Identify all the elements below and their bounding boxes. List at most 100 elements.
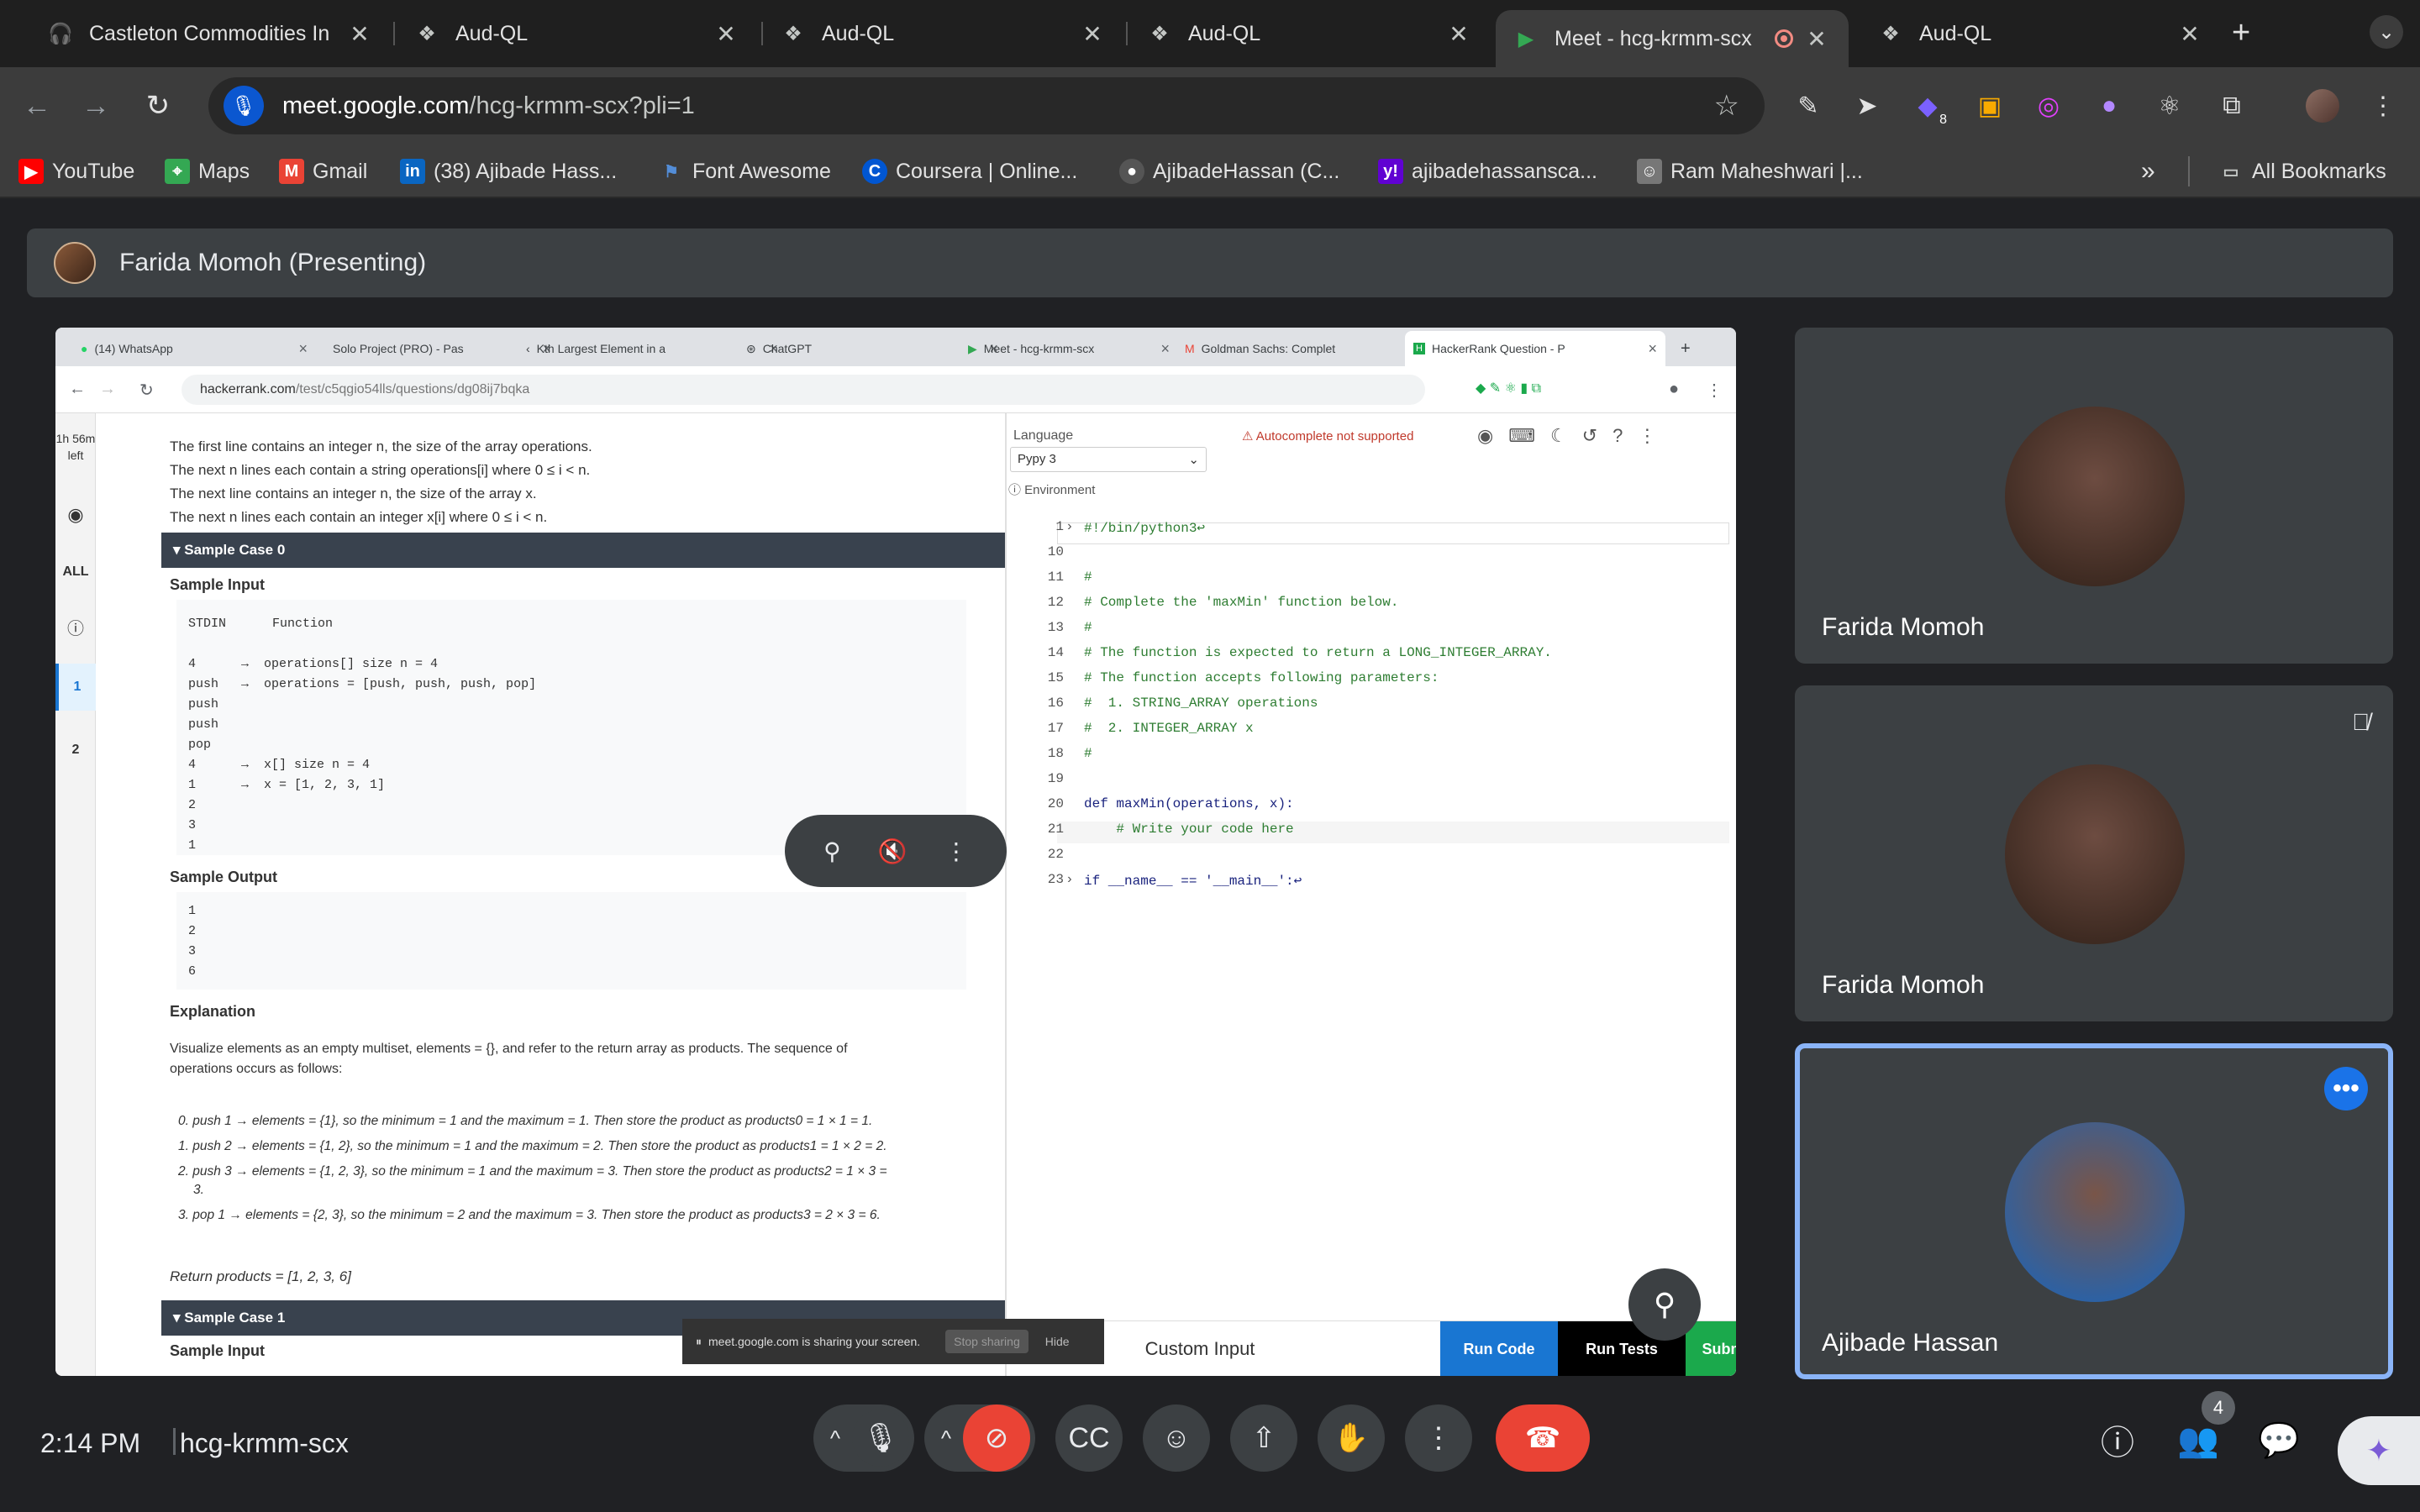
folder-icon: ▭ (2223, 162, 2239, 181)
presenter-avatar (54, 242, 96, 284)
more-options-icon[interactable]: ⋮ (1405, 1404, 1472, 1472)
cursor-extension-icon[interactable]: ➤ (1849, 87, 1886, 124)
tab-aud-ql-2[interactable]: ❖ Aud-QL ✕ (763, 12, 1124, 55)
chevron-down-icon[interactable]: ⌄ (2370, 15, 2403, 49)
question-2: 2 (71, 743, 80, 757)
bookmark-star-icon[interactable]: ☆ (1714, 89, 1739, 123)
camera-control[interactable]: ^ ⊘ (924, 1404, 1035, 1472)
sample-input-heading: Sample Input (170, 1342, 266, 1359)
double-chevron-right-icon[interactable]: » (2141, 155, 2155, 188)
editor-toolbar-icons: ◉⌨☾↺?⋮ (1477, 425, 1672, 446)
shared-tab: ● (14) WhatsApp × (81, 339, 308, 357)
muted-speaker-icon[interactable]: 🔇 (878, 837, 908, 865)
participant-avatar (2005, 764, 2185, 944)
bookmark-label: (38) Ajibade Hass... (434, 159, 618, 183)
captions-icon[interactable]: CC (1055, 1404, 1123, 1472)
chat-icon[interactable]: 💬 (2258, 1420, 2300, 1460)
reload-icon[interactable]: ↻ (138, 86, 178, 126)
participant-tile-self[interactable]: ••• Ajibade Hassan (1795, 1043, 2393, 1379)
line-number: 18 (1047, 746, 1064, 761)
bookmark-yahoo[interactable]: y! ajibadehassansca... (1378, 155, 1597, 188)
bookmark-youtube[interactable]: ▶ YouTube (18, 155, 134, 188)
address-bar[interactable]: 🎙 meet.google.com/hcg-krmm-scx?pli=1 ☆ (208, 77, 1765, 134)
more-options-icon[interactable]: ••• (2324, 1067, 2368, 1110)
back-arrow-icon[interactable]: ← (17, 86, 57, 126)
zoom-in-icon[interactable]: ⚲ (1628, 1268, 1701, 1341)
close-icon[interactable]: ✕ (713, 20, 739, 48)
info-icon: ⓘ (67, 620, 84, 638)
tab-aud-ql-4[interactable]: ❖ Aud-QL ✕ (1860, 12, 2222, 55)
microphone-icon[interactable]: 🎙 (224, 86, 264, 126)
line-number: 22 (1047, 847, 1064, 862)
tab-aud-ql-3[interactable]: ❖ Aud-QL ✕ (1129, 12, 1491, 55)
puzzle-extensions-icon[interactable]: ⧉ (2213, 87, 2250, 124)
brain-extension-icon[interactable]: ● (2091, 87, 2128, 124)
hat-extension-icon[interactable]: ◆ 8 (1909, 87, 1949, 128)
shared-tab: MGoldman Sachs: Complet× (1185, 340, 1428, 357)
new-tab-plus-icon[interactable]: + (2232, 15, 2250, 51)
unpin-icon[interactable]: ⚲ (823, 837, 841, 865)
react-extension-icon[interactable]: ⚛ (2151, 87, 2188, 124)
camera-off-icon[interactable]: ⊘ (963, 1404, 1030, 1472)
microphone-icon[interactable]: 🎙 (852, 1410, 909, 1467)
custom-input-tab: Custom Input (1144, 1338, 1255, 1359)
bookmark-coursera[interactable]: C Coursera | Online... (862, 155, 1077, 188)
forward-arrow-icon[interactable]: → (76, 86, 116, 126)
url-text[interactable]: meet.google.com/hcg-krmm-scx?pli=1 (282, 92, 695, 120)
close-icon[interactable]: ✕ (1803, 25, 1830, 53)
code-line: # Write your code here (1084, 822, 1294, 837)
bookmark-divider (2188, 156, 2190, 186)
tab-meet-active[interactable]: ▶ Meet - hcg-krmm-scx ✕ (1496, 10, 1849, 67)
participant-avatar (2005, 407, 2185, 586)
youtube-icon: ▶ (18, 159, 44, 184)
present-screen-icon[interactable]: ⇧ (1230, 1404, 1297, 1472)
floating-presenter-controls[interactable]: ⚲ 🔇 ⋮ (785, 815, 1007, 887)
close-icon[interactable]: ✕ (1079, 20, 1106, 48)
kebab-menu-icon[interactable]: ⋮ (2365, 87, 2402, 124)
google-meet-icon: ▶ (1518, 27, 1534, 50)
participant-tile[interactable]: Farida Momoh (1795, 328, 2393, 664)
language-select: Pypy 3 ⌄ (1010, 447, 1207, 472)
all-questions: ALL (62, 564, 89, 579)
all-bookmarks[interactable]: ▭ All Bookmarks (2218, 155, 2386, 188)
shared-back-icon: ← (69, 380, 86, 398)
profile-avatar[interactable] (2304, 87, 2341, 124)
emoji-icon[interactable]: ☺ (1143, 1404, 1210, 1472)
bookmark-github[interactable]: ● AjibadeHassan (C... (1119, 155, 1339, 188)
bookmark-ram-maheshwari[interactable]: ☺ Ram Maheshwari |... (1637, 155, 1863, 188)
pen-extension-icon[interactable]: ✎ (1790, 87, 1827, 124)
shared-reload-icon: ↻ (139, 381, 154, 400)
sample-case-0-header: ▾ Sample Case 0 (161, 533, 1030, 568)
tab-aud-ql-1[interactable]: ❖ Aud-QL ✕ (397, 12, 758, 55)
coursera-icon: C (862, 159, 887, 184)
close-icon[interactable]: ✕ (346, 20, 373, 48)
timer-sub: left (67, 449, 84, 462)
tab-castleton[interactable]: 🎧 Castleton Commodities In ✕ (30, 12, 392, 55)
close-icon[interactable]: ✕ (2176, 20, 2203, 48)
bookmark-label: YouTube (52, 159, 135, 183)
honey-extension-icon[interactable]: ▣ (1971, 87, 2008, 124)
clock: 2:14 PM (40, 1428, 141, 1458)
shared-screen[interactable]: ● (14) WhatsApp × Solo Project (PRO) - Pas… (55, 328, 1736, 1376)
chevron-up-icon[interactable]: ^ (818, 1425, 852, 1452)
instagram-extension-icon[interactable]: ◎ (2030, 87, 2067, 124)
hide-button: Hide (1044, 1335, 1070, 1348)
explanation-text: operations occurs as follows: (170, 1062, 343, 1076)
meeting-info-icon[interactable]: ⓘ (2097, 1420, 2138, 1462)
gemini-brain-icon[interactable]: ✦ (2338, 1416, 2420, 1485)
bookmark-linkedin[interactable]: in (38) Ajibade Hass... (400, 155, 617, 188)
mic-control[interactable]: ^ 🎙 (813, 1404, 914, 1472)
end-call-icon[interactable]: ☎ (1496, 1404, 1590, 1472)
people-icon[interactable]: 👥 (2177, 1420, 2219, 1460)
close-icon[interactable]: ✕ (1445, 20, 1472, 48)
bookmark-gmail[interactable]: M Gmail (279, 155, 367, 188)
bookmark-font-awesome[interactable]: ⚑ Font Awesome (659, 155, 831, 188)
raise-hand-icon[interactable]: ✋ (1318, 1404, 1385, 1472)
explanation-step: 1. push 2 → elements = {1, 2}, so the mi… (178, 1139, 887, 1153)
autocomplete-warning: ⚠ Autocomplete not supported (1242, 429, 1414, 444)
more-options-icon[interactable]: ⋮ (944, 837, 968, 865)
chevron-up-icon[interactable]: ^ (929, 1425, 963, 1452)
participant-tile[interactable]: 🎙̸ Farida Momoh (1795, 685, 2393, 1021)
bookmark-maps[interactable]: ⌖ Maps (165, 155, 250, 188)
tab-title: Aud-QL (1188, 21, 1261, 45)
